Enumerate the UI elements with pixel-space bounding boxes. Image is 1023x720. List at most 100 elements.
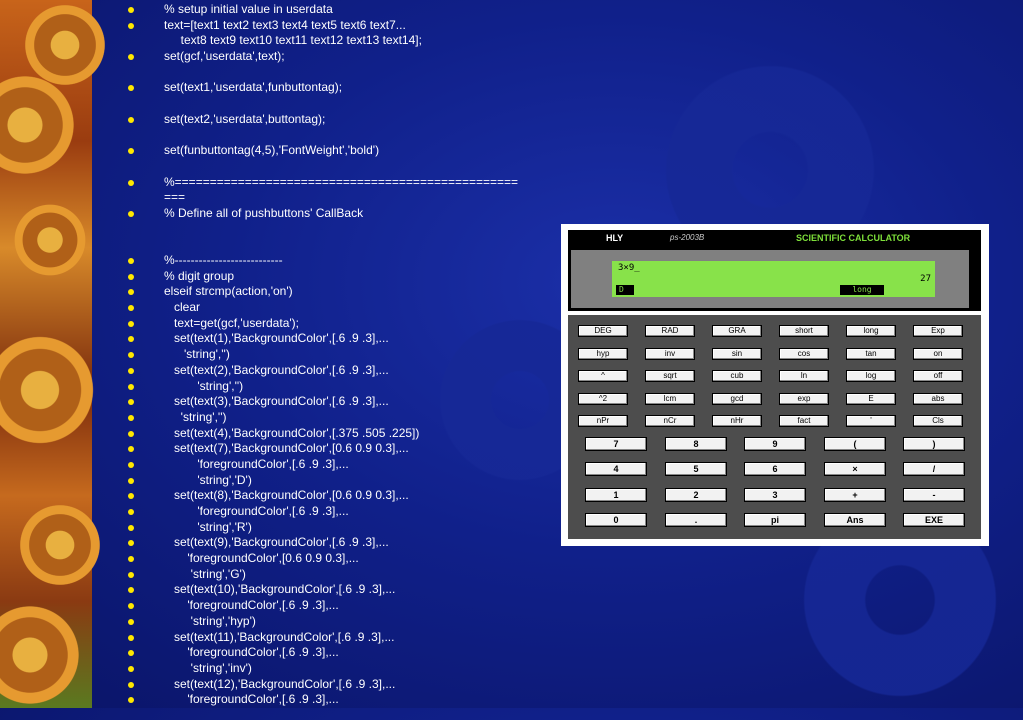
code-line: clear	[128, 300, 548, 316]
code-line: set(gcf,'userdata',text);	[128, 49, 548, 65]
function-key[interactable]: cub	[712, 370, 762, 382]
function-key[interactable]: exp	[779, 392, 829, 405]
digit-key[interactable]: 6	[744, 462, 806, 477]
code-line: set(text(11),'BackgroundColor',[.6 .9 .3…	[128, 630, 548, 646]
code-text: % digit group	[164, 268, 235, 283]
bullet-icon	[128, 148, 134, 155]
digit-key[interactable]: +	[824, 487, 886, 502]
digit-key[interactable]: 3	[744, 487, 806, 502]
function-key[interactable]: off	[913, 370, 963, 382]
bullet-icon	[128, 414, 134, 421]
display-frame: 3×9_ 27 D long	[571, 250, 969, 308]
bullet-icon	[128, 336, 134, 343]
bullet-icon	[128, 367, 134, 374]
code-line: 'foregroundColor',[.6 .9 .3],...	[128, 457, 548, 473]
digit-key[interactable]: -	[903, 487, 965, 502]
bullet-icon	[128, 477, 134, 484]
function-key[interactable]: RAD	[645, 325, 695, 337]
gear-icon	[15, 500, 105, 590]
function-key[interactable]: DEG	[578, 325, 628, 337]
function-key[interactable]: on	[913, 347, 963, 360]
function-key[interactable]: abs	[913, 392, 963, 405]
function-key[interactable]: lcm	[645, 392, 695, 405]
code-line: % Define all of pushbuttons' CallBack	[128, 206, 548, 222]
bullet-icon	[128, 399, 134, 406]
input-expression: 3×9_	[618, 263, 640, 273]
code-line: set(text(9),'BackgroundColor',[.6 .9 .3]…	[128, 535, 548, 551]
function-key[interactable]: ln	[779, 370, 829, 382]
function-key[interactable]: hyp	[578, 347, 628, 360]
digit-key[interactable]: .	[665, 512, 727, 527]
bullet-icon	[128, 446, 134, 453]
code-line: text=[text1 text2 text3 text4 text5 text…	[128, 18, 548, 34]
code-text: 'foregroundColor',[.6 .9 .3],...	[164, 456, 349, 471]
bullet-icon	[128, 571, 134, 578]
code-text: 'string','')	[164, 409, 227, 424]
function-key[interactable]: sin	[712, 347, 762, 360]
function-key[interactable]: fact	[779, 415, 829, 427]
digit-key[interactable]: 1	[585, 487, 647, 502]
bullet-icon	[128, 22, 134, 29]
code-line: elseif strcmp(action,'on')	[128, 284, 548, 300]
code-text: set(text(7),'BackgroundColor',[0.6 0.9 0…	[164, 441, 409, 456]
digit-key[interactable]: /	[903, 462, 965, 477]
digit-key[interactable]: 4	[585, 462, 647, 477]
function-key[interactable]: GRA	[712, 325, 762, 337]
function-key[interactable]: Exp	[913, 325, 963, 337]
function-key[interactable]: tan	[846, 347, 896, 360]
function-key[interactable]: '	[846, 415, 896, 427]
digit-key[interactable]: 7	[585, 437, 647, 451]
function-key[interactable]: Cls	[913, 415, 963, 427]
bullet-icon	[128, 85, 134, 92]
code-line: set(text(8),'BackgroundColor',[0.6 0.9 0…	[128, 488, 548, 504]
function-key[interactable]: short	[779, 325, 829, 337]
function-key[interactable]: nPr	[578, 415, 628, 427]
function-key[interactable]: inv	[645, 347, 695, 360]
code-text: %=======================================…	[164, 174, 519, 189]
digit-key[interactable]: 8	[665, 437, 727, 451]
function-key[interactable]: log	[846, 370, 896, 382]
digit-key[interactable]: 9	[744, 437, 806, 451]
code-text: text=[text1 text2 text3 text4 text5 text…	[164, 17, 406, 32]
function-key[interactable]: gcd	[712, 392, 762, 405]
function-key[interactable]: nCr	[645, 415, 695, 427]
function-key[interactable]: ^	[578, 370, 628, 382]
code-line: %---------------------------	[128, 253, 548, 269]
bullet-icon	[128, 7, 134, 13]
digit-key[interactable]: pi	[744, 512, 806, 527]
bullet-icon	[128, 289, 134, 296]
function-key[interactable]: nHr	[712, 415, 762, 427]
code-line: set(text(1),'BackgroundColor',[.6 .9 .3]…	[128, 331, 548, 347]
digit-key[interactable]: (	[824, 437, 886, 451]
code-line: 'string','D')	[128, 473, 548, 489]
code-text: set(text1,'userdata',funbuttontag);	[164, 80, 343, 95]
code-text: 'string','G')	[164, 566, 246, 581]
gear-icon	[10, 200, 90, 280]
code-text: %---------------------------	[164, 253, 283, 267]
digit-key[interactable]: EXE	[903, 512, 965, 527]
function-key[interactable]: ^2	[578, 392, 628, 405]
gear-icon	[0, 600, 85, 710]
code-text: 'string','inv')	[164, 660, 252, 675]
keypad: DEG RAD GRA short long Exp hyp inv sin cos tan on ^ s…	[568, 315, 981, 539]
code-text: 'string','')	[164, 347, 230, 362]
code-line: %=======================================…	[128, 175, 548, 191]
digit-key[interactable]: 2	[665, 487, 727, 502]
function-key[interactable]: long	[846, 325, 896, 337]
digit-key[interactable]: ×	[824, 462, 886, 477]
code-text: set(text(2),'BackgroundColor',[.6 .9 .3]…	[164, 362, 389, 377]
function-key[interactable]: cos	[779, 347, 829, 360]
code-line: set(text(2),'BackgroundColor',[.6 .9 .3]…	[128, 363, 548, 379]
digit-key[interactable]: 5	[665, 462, 727, 477]
function-key[interactable]: sqrt	[645, 370, 695, 382]
digit-key[interactable]: 0	[585, 512, 647, 527]
code-text: set(text(4),'BackgroundColor',[.375 .505…	[164, 425, 420, 440]
code-text: set(text(9),'BackgroundColor',[.6 .9 .3]…	[164, 535, 389, 550]
bullet-icon	[128, 383, 134, 390]
code-text: 'foregroundColor',[.6 .9 .3],...	[164, 504, 349, 518]
function-key[interactable]: E	[846, 392, 896, 405]
digit-key[interactable]: Ans	[824, 512, 886, 527]
digit-key[interactable]: )	[903, 437, 965, 451]
